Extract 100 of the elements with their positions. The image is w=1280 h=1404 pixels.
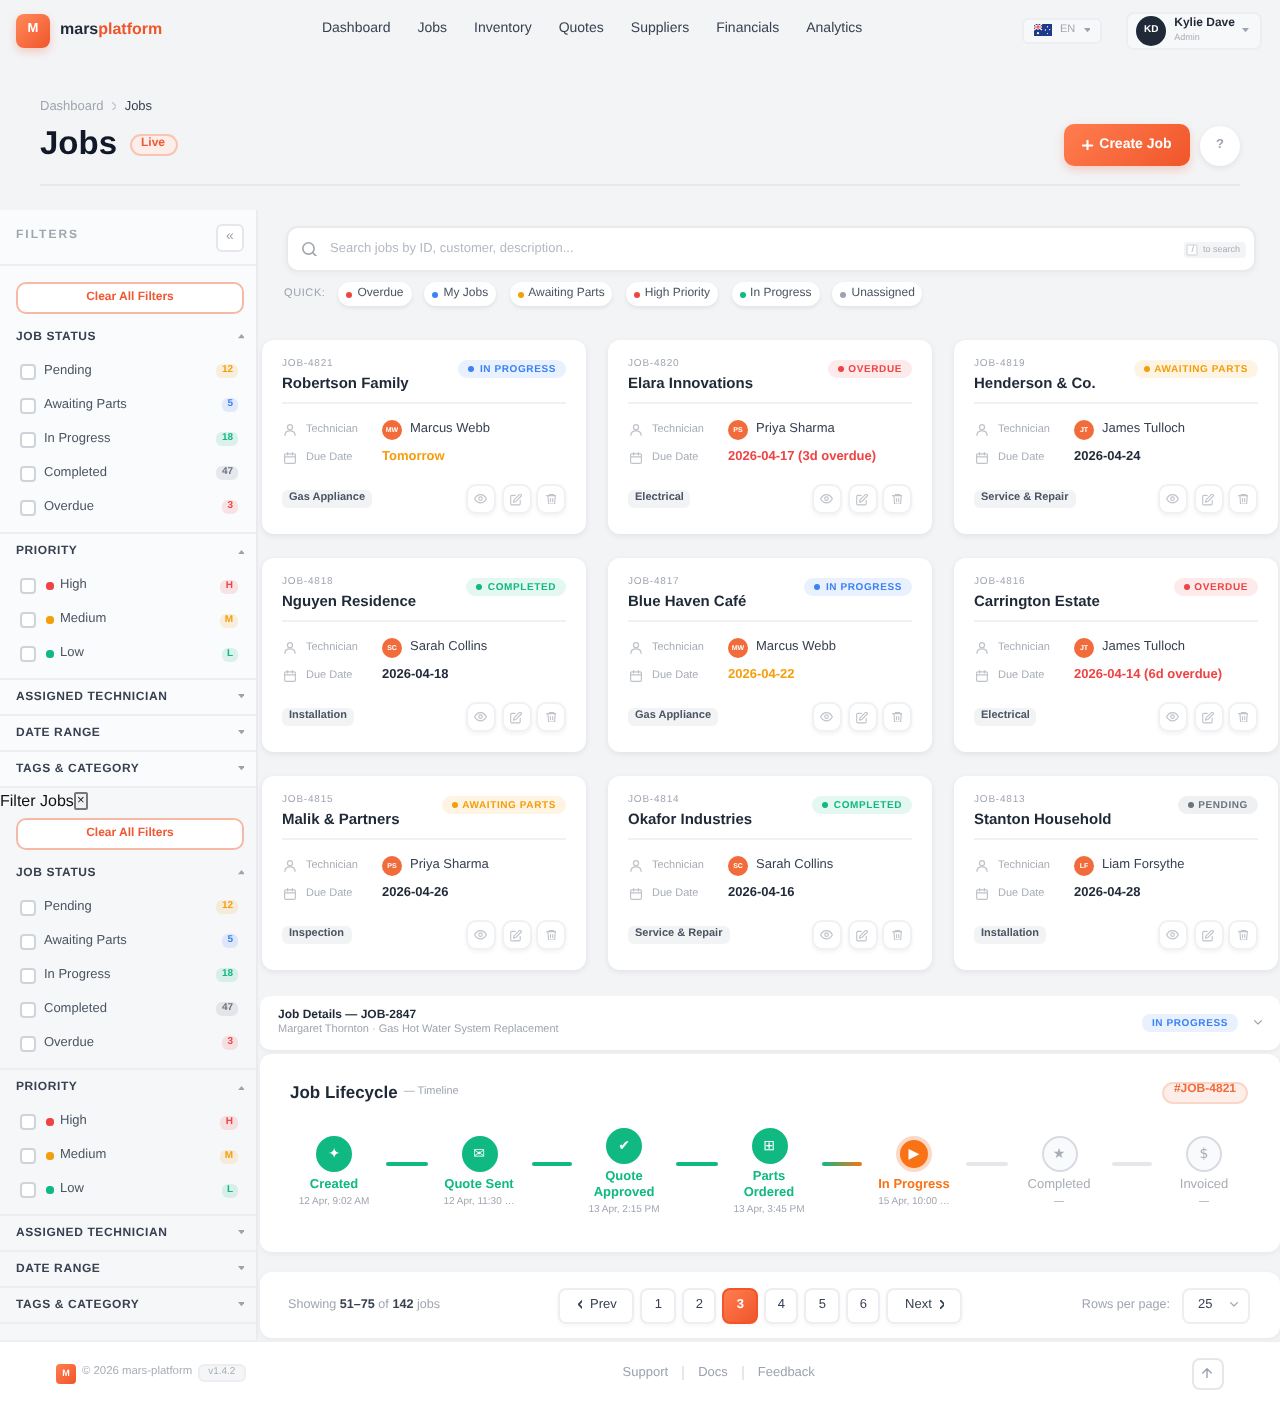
edit-icon [510, 929, 522, 941]
edit-button[interactable] [847, 920, 877, 950]
plus-icon [1082, 139, 1094, 151]
step-connector [531, 1162, 572, 1166]
delete-button[interactable] [882, 702, 912, 732]
person-icon [630, 642, 642, 654]
card-title: Job Lifecycle [290, 1081, 398, 1103]
view-button[interactable] [812, 484, 842, 514]
calendar-icon [284, 670, 296, 682]
checkbox[interactable] [20, 465, 36, 481]
calendar-icon [976, 888, 988, 900]
eye-icon [820, 930, 834, 940]
edit-button[interactable] [847, 484, 877, 514]
chevron-icon [111, 101, 117, 111]
checkbox[interactable] [20, 578, 36, 594]
checkbox[interactable] [20, 646, 36, 662]
delete-button[interactable] [882, 920, 912, 950]
eye-icon [474, 930, 488, 940]
view-button[interactable] [812, 702, 842, 732]
calendar-icon [284, 888, 296, 900]
trash-icon [891, 493, 903, 505]
view-button[interactable] [466, 484, 496, 514]
edit-button[interactable] [1193, 702, 1223, 732]
person-icon [630, 424, 642, 436]
edit-icon [856, 929, 868, 941]
calendar-icon [284, 452, 296, 464]
view-button[interactable] [466, 702, 496, 732]
checkbox[interactable] [20, 612, 36, 628]
caret-icon [1242, 27, 1250, 33]
edit-icon [510, 493, 522, 505]
edit-icon [1202, 711, 1214, 723]
trash-icon [545, 493, 557, 505]
edit-button[interactable] [1193, 484, 1223, 514]
trash-icon [1237, 929, 1249, 941]
checkbox[interactable] [20, 1114, 36, 1130]
eye-icon [820, 494, 834, 504]
flag-icon [1033, 24, 1052, 36]
delete-button[interactable] [536, 920, 566, 950]
search-icon [302, 241, 317, 257]
eye-icon [474, 712, 488, 722]
trash-icon [891, 711, 903, 723]
page-title: Jobs [40, 124, 118, 166]
caret-icon [1083, 27, 1091, 33]
checkbox[interactable] [20, 397, 36, 413]
checkbox[interactable] [20, 1148, 36, 1164]
trash-icon [891, 929, 903, 941]
edit-button[interactable] [501, 920, 531, 950]
person-icon [630, 860, 642, 872]
delete-button[interactable] [536, 702, 566, 732]
checkbox[interactable] [20, 499, 36, 515]
scroll-to-top-button[interactable] [1191, 1357, 1224, 1389]
edit-button[interactable] [1193, 920, 1223, 950]
delete-button[interactable] [1228, 484, 1258, 514]
view-button[interactable] [812, 920, 842, 950]
edit-button[interactable] [847, 702, 877, 732]
eye-icon [820, 712, 834, 722]
calendar-icon [630, 452, 642, 464]
trash-icon [1237, 711, 1249, 723]
chevron-down-icon [1230, 1302, 1238, 1308]
trash-icon [545, 929, 557, 941]
person-icon [976, 424, 988, 436]
checkbox[interactable] [20, 1035, 36, 1051]
calendar-icon [976, 670, 988, 682]
checkbox[interactable] [20, 899, 36, 915]
delete-button[interactable] [1228, 920, 1258, 950]
checkbox[interactable] [20, 1001, 36, 1017]
calendar-icon [630, 670, 642, 682]
view-button[interactable] [1158, 920, 1188, 950]
person-icon [284, 424, 296, 436]
edit-icon [856, 493, 868, 505]
edit-button[interactable] [501, 702, 531, 732]
chevron-right-icon [939, 1300, 945, 1310]
checkbox[interactable] [20, 363, 36, 379]
eye-icon [1166, 930, 1180, 940]
checkbox[interactable] [20, 967, 36, 983]
brand-name: marsplatform [60, 20, 163, 40]
view-button[interactable] [1158, 484, 1188, 514]
calendar-icon [630, 888, 642, 900]
person-icon [976, 642, 988, 654]
delete-button[interactable] [536, 484, 566, 514]
person-icon [284, 860, 296, 872]
arrow-up-icon [1202, 1367, 1213, 1379]
step-connector [676, 1162, 717, 1166]
delete-button[interactable] [1228, 702, 1258, 732]
edit-icon [1202, 929, 1214, 941]
eye-icon [474, 494, 488, 504]
trash-icon [1237, 493, 1249, 505]
delete-button[interactable] [882, 484, 912, 514]
eye-icon [1166, 712, 1180, 722]
checkbox[interactable] [20, 1182, 36, 1198]
view-button[interactable] [1158, 702, 1188, 732]
checkbox[interactable] [20, 933, 36, 949]
step-connector [386, 1162, 427, 1166]
checkbox[interactable] [20, 431, 36, 447]
edit-icon [856, 711, 868, 723]
eye-icon [1166, 494, 1180, 504]
step-connector [821, 1162, 862, 1166]
view-button[interactable] [466, 920, 496, 950]
edit-button[interactable] [501, 484, 531, 514]
trash-icon [545, 711, 557, 723]
